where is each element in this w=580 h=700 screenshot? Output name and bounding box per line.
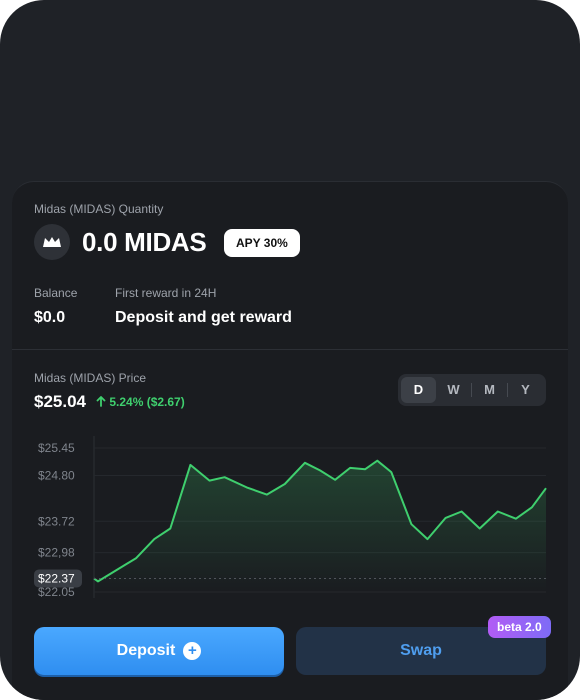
current-price-label: $22.37 (38, 571, 75, 585)
period-tab-d[interactable]: D (401, 377, 436, 403)
reward-value: Deposit and get reward (115, 309, 292, 326)
deposit-button[interactable]: Deposit + (34, 627, 284, 675)
y-tick-label: $25.45 (38, 441, 75, 455)
balance-value: $0.0 (34, 309, 66, 326)
balance-label: Balance (34, 286, 78, 300)
apy-badge: APY 30% (224, 229, 300, 257)
quantity-label: Midas (MIDAS) Quantity (34, 202, 164, 216)
swap-label: Swap (400, 642, 442, 659)
midas-crown-icon (34, 224, 70, 260)
plus-circle-icon: + (183, 642, 202, 660)
quantity-value: 0.0 MIDAS (82, 227, 207, 257)
y-tick-label: $22,98 (38, 546, 75, 560)
period-tab-y[interactable]: Y (508, 377, 543, 403)
deposit-label: Deposit (116, 642, 176, 659)
period-selector: D W M Y (398, 374, 546, 406)
arrow-up-icon (96, 395, 109, 409)
y-tick-label: $23.72 (38, 514, 75, 528)
y-tick-label: $24.80 (38, 469, 75, 483)
period-tab-m[interactable]: M (472, 377, 507, 403)
asset-card: Midas (MIDAS) Quantity 0.0 MIDAS APY 30%… (12, 181, 568, 700)
price-chart: $25.45$24.80$23.72$22,98$22.05 $22.37 (34, 436, 547, 599)
price-value: $25.04 (34, 392, 86, 411)
reward-label: First reward in 24H (115, 286, 217, 300)
period-tab-w[interactable]: W (436, 377, 471, 403)
app-screen: Midas (MIDAS) Quantity 0.0 MIDAS APY 30%… (0, 0, 580, 700)
price-change: 5.24% ($2.67) (96, 395, 185, 409)
beta-badge: beta 2.0 (488, 616, 551, 638)
price-label: Midas (MIDAS) Price (34, 371, 147, 385)
section-divider (12, 349, 568, 350)
price-change-text: 5.24% ($2.67) (109, 395, 185, 409)
